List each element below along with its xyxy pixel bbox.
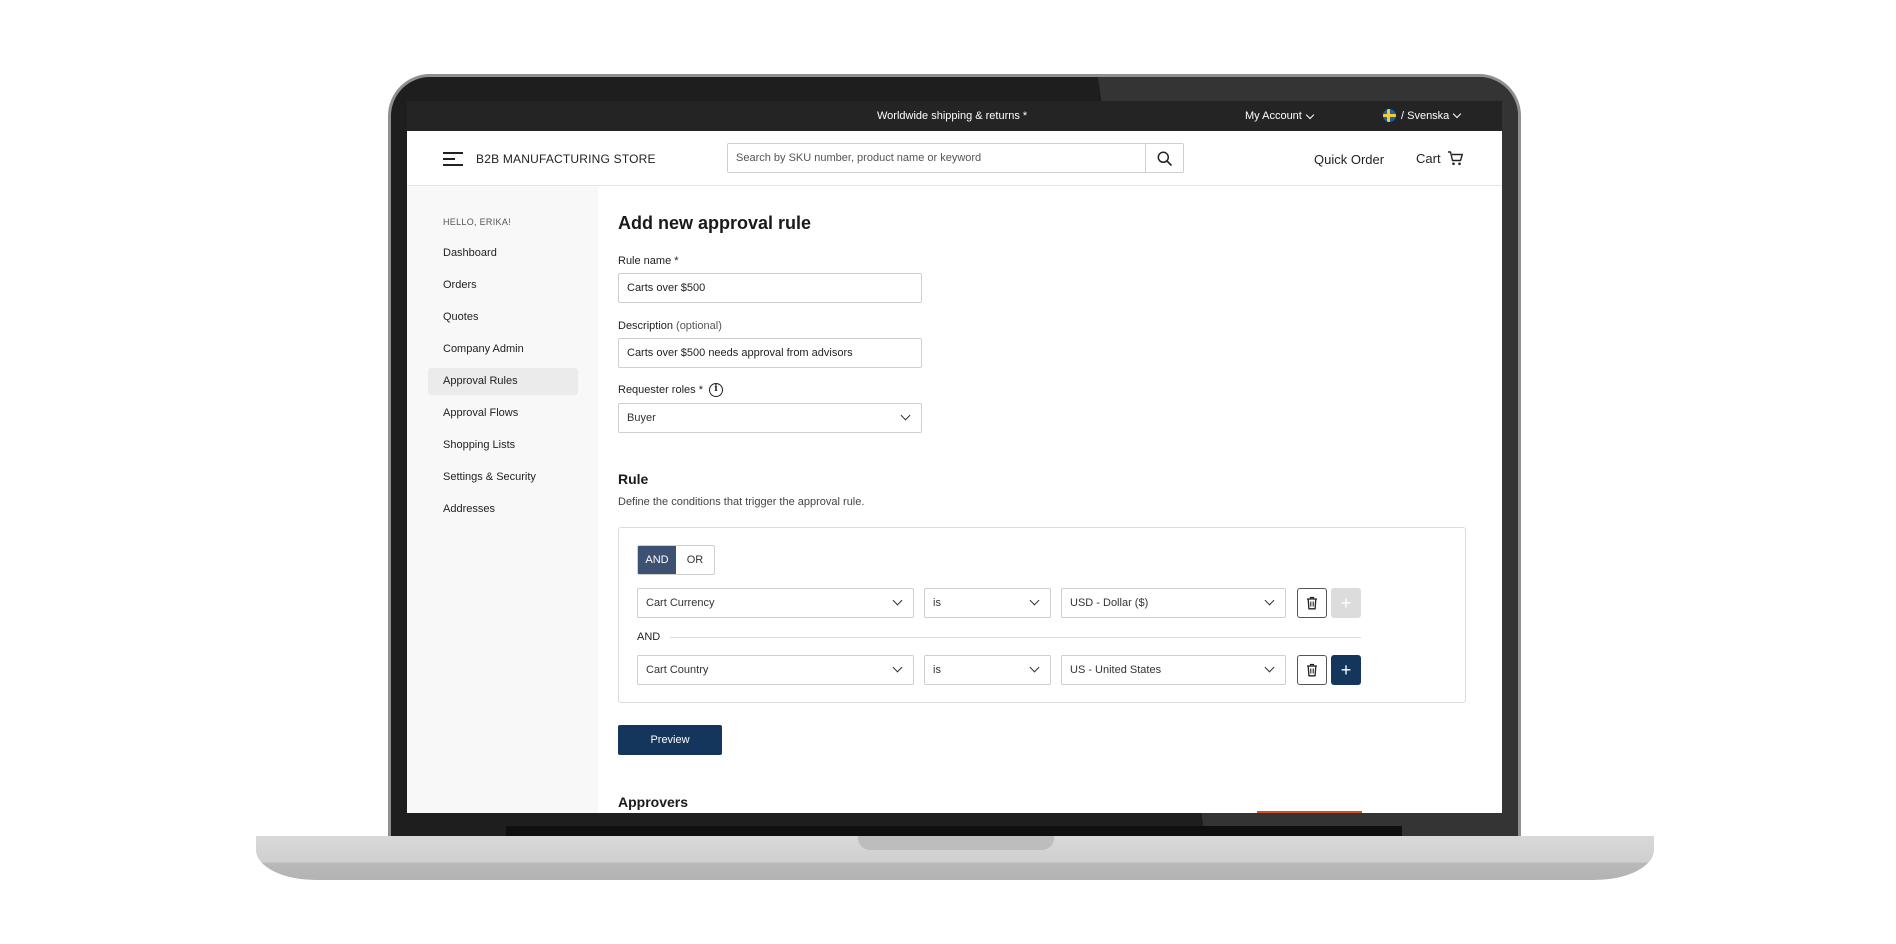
- chevron-down-icon: [892, 595, 903, 606]
- requester-roles-label-text: Requester roles *: [618, 384, 703, 396]
- requester-roles-value: Buyer: [627, 412, 656, 424]
- cart-icon: [1447, 151, 1463, 166]
- condition-2-value-select[interactable]: US - United States: [1061, 655, 1286, 685]
- and-separator-label: AND: [637, 631, 661, 643]
- account-sidebar: HELLO, ERIKA! Dashboard Orders Quotes Co…: [407, 187, 598, 813]
- laptop-notch: [858, 836, 1054, 850]
- search-icon: [1157, 151, 1172, 166]
- cart-link[interactable]: Cart: [1416, 151, 1464, 166]
- rule-name-input[interactable]: Carts over $500: [618, 273, 922, 303]
- my-account-menu[interactable]: My Account: [1245, 110, 1315, 122]
- description-label: Description (optional): [618, 320, 722, 332]
- trash-icon: [1307, 596, 1317, 610]
- plus-icon: +: [1340, 660, 1352, 680]
- and-toggle-button[interactable]: AND: [638, 546, 676, 574]
- quick-order-link[interactable]: Quick Order: [1314, 152, 1384, 167]
- or-toggle-button[interactable]: OR: [676, 546, 714, 574]
- shipping-promo: Worldwide shipping & returns *: [877, 110, 1028, 122]
- optional-hint: (optional): [676, 320, 722, 332]
- screen: Worldwide shipping & returns * My Accoun…: [407, 101, 1502, 813]
- cart-label: Cart: [1416, 151, 1441, 166]
- condition-1-delete-button[interactable]: [1297, 588, 1327, 618]
- condition-1-value-text: USD - Dollar ($): [1070, 597, 1149, 609]
- search-input[interactable]: [728, 144, 1145, 172]
- condition-1-field-select[interactable]: Cart Currency: [637, 588, 914, 618]
- condition-2-operator-value: is: [933, 664, 941, 676]
- search-bar: [727, 143, 1184, 173]
- info-icon[interactable]: i: [709, 383, 723, 397]
- sidebar-item-dashboard[interactable]: Dashboard: [428, 240, 578, 267]
- chevron-down-icon: [892, 662, 903, 673]
- requester-roles-select[interactable]: Buyer: [618, 403, 922, 433]
- sweden-flag-icon: [1383, 109, 1396, 122]
- my-account-label: My Account: [1245, 110, 1302, 122]
- chevron-down-icon: [1029, 595, 1040, 606]
- sidebar-item-orders[interactable]: Orders: [428, 272, 578, 299]
- sidebar-item-addresses[interactable]: Addresses: [428, 496, 578, 523]
- chevron-down-icon: [900, 410, 911, 421]
- hamburger-menu-icon[interactable]: [443, 152, 463, 166]
- condition-1-operator-value: is: [933, 597, 941, 609]
- language-label: / Svenska: [1401, 109, 1450, 122]
- sidebar-item-quotes[interactable]: Quotes: [428, 304, 578, 331]
- top-bar: Worldwide shipping & returns * My Accoun…: [407, 101, 1502, 131]
- approvers-heading: Approvers: [618, 794, 689, 810]
- requester-roles-label: Requester roles * i: [618, 383, 723, 397]
- chevron-down-icon: [1264, 662, 1275, 673]
- page-title: Add new approval rule: [618, 213, 812, 233]
- site-header: B2B MANUFACTURING STORE Quick Order Cart: [407, 131, 1502, 186]
- laptop-hinge: [506, 826, 1402, 836]
- language-selector[interactable]: / Svenska: [1383, 109, 1462, 122]
- rule-builder: AND OR Cart Currency is USD - Dollar ($): [618, 527, 1466, 703]
- sidebar-item-approval-flows[interactable]: Approval Flows: [428, 400, 578, 427]
- condition-1-value-select[interactable]: USD - Dollar ($): [1061, 588, 1286, 618]
- chevron-down-icon: [1453, 109, 1462, 119]
- condition-2-field-value: Cart Country: [646, 664, 709, 676]
- condition-1-operator-select[interactable]: is: [924, 588, 1051, 618]
- search-button[interactable]: [1145, 144, 1183, 172]
- laptop-mockup: Worldwide shipping & returns * My Accoun…: [0, 0, 1896, 944]
- chevron-down-icon: [1264, 595, 1275, 606]
- condition-2-operator-select[interactable]: is: [924, 655, 1051, 685]
- offscreen-button-edge: [1257, 811, 1362, 813]
- condition-1-add-button[interactable]: +: [1331, 588, 1361, 618]
- condition-2-field-select[interactable]: Cart Country: [637, 655, 914, 685]
- plus-icon: +: [1340, 593, 1352, 613]
- description-input[interactable]: Carts over $500 needs approval from advi…: [618, 338, 922, 368]
- and-or-toggle: AND OR: [637, 545, 715, 575]
- separator-line: [670, 637, 1361, 638]
- chevron-down-icon: [1305, 110, 1315, 119]
- condition-1-field-value: Cart Currency: [646, 597, 715, 609]
- description-label-text: Description: [618, 320, 674, 332]
- chevron-down-icon: [1029, 662, 1040, 673]
- rule-name-label: Rule name *: [618, 255, 679, 267]
- rule-name-label-text: Rule name *: [618, 255, 679, 267]
- sidebar-item-company-admin[interactable]: Company Admin: [428, 336, 578, 363]
- condition-2-delete-button[interactable]: [1297, 655, 1327, 685]
- greeting: HELLO, ERIKA!: [443, 217, 511, 227]
- preview-button[interactable]: Preview: [618, 725, 722, 755]
- condition-2-add-button[interactable]: +: [1331, 655, 1361, 685]
- rule-heading: Rule: [618, 471, 649, 487]
- sidebar-item-shopping-lists[interactable]: Shopping Lists: [428, 432, 578, 459]
- trash-icon: [1307, 663, 1317, 677]
- rule-description: Define the conditions that trigger the a…: [618, 496, 865, 508]
- sidebar-item-settings-security[interactable]: Settings & Security: [428, 464, 578, 491]
- sidebar-item-approval-rules[interactable]: Approval Rules: [428, 368, 578, 395]
- brand-logo[interactable]: B2B MANUFACTURING STORE: [476, 152, 656, 166]
- sidebar-nav: Dashboard Orders Quotes Company Admin Ap…: [428, 240, 578, 528]
- condition-2-value-text: US - United States: [1070, 664, 1162, 676]
